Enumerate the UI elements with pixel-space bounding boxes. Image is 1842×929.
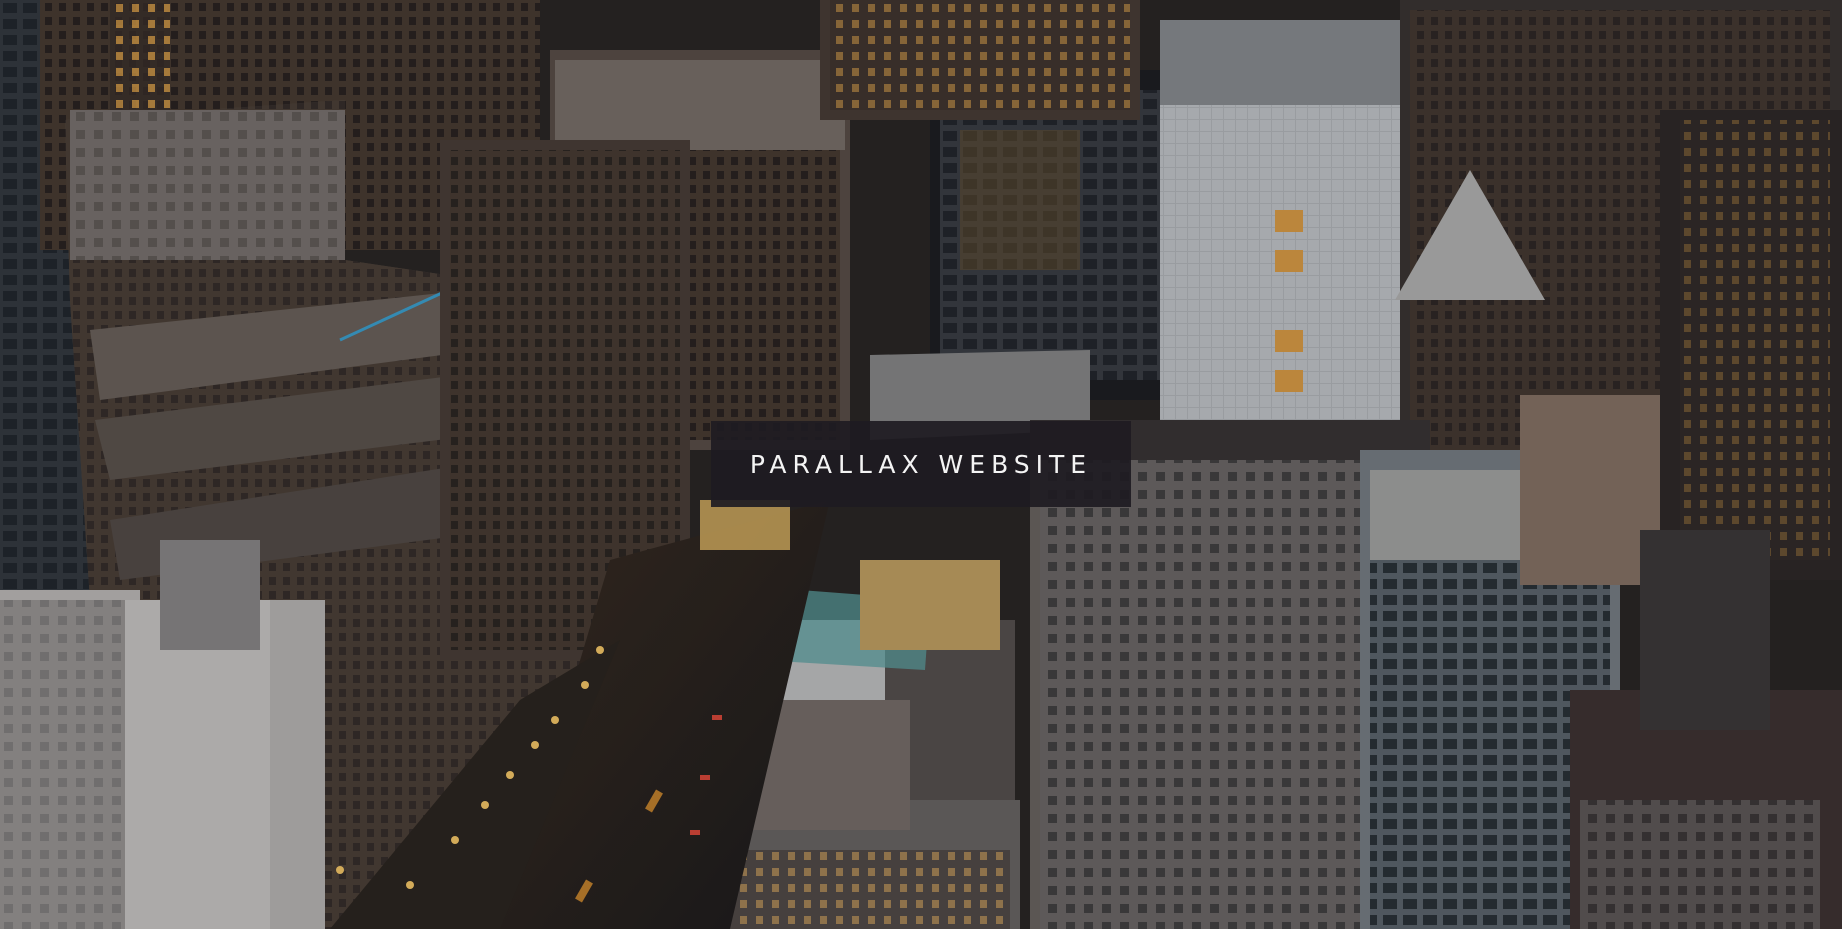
site-title: PARALLAX WEBSITE [749,449,1093,479]
hero-section: PARALLAX WEBSITE [0,0,1842,929]
site-title-box: PARALLAX WEBSITE [711,421,1131,507]
